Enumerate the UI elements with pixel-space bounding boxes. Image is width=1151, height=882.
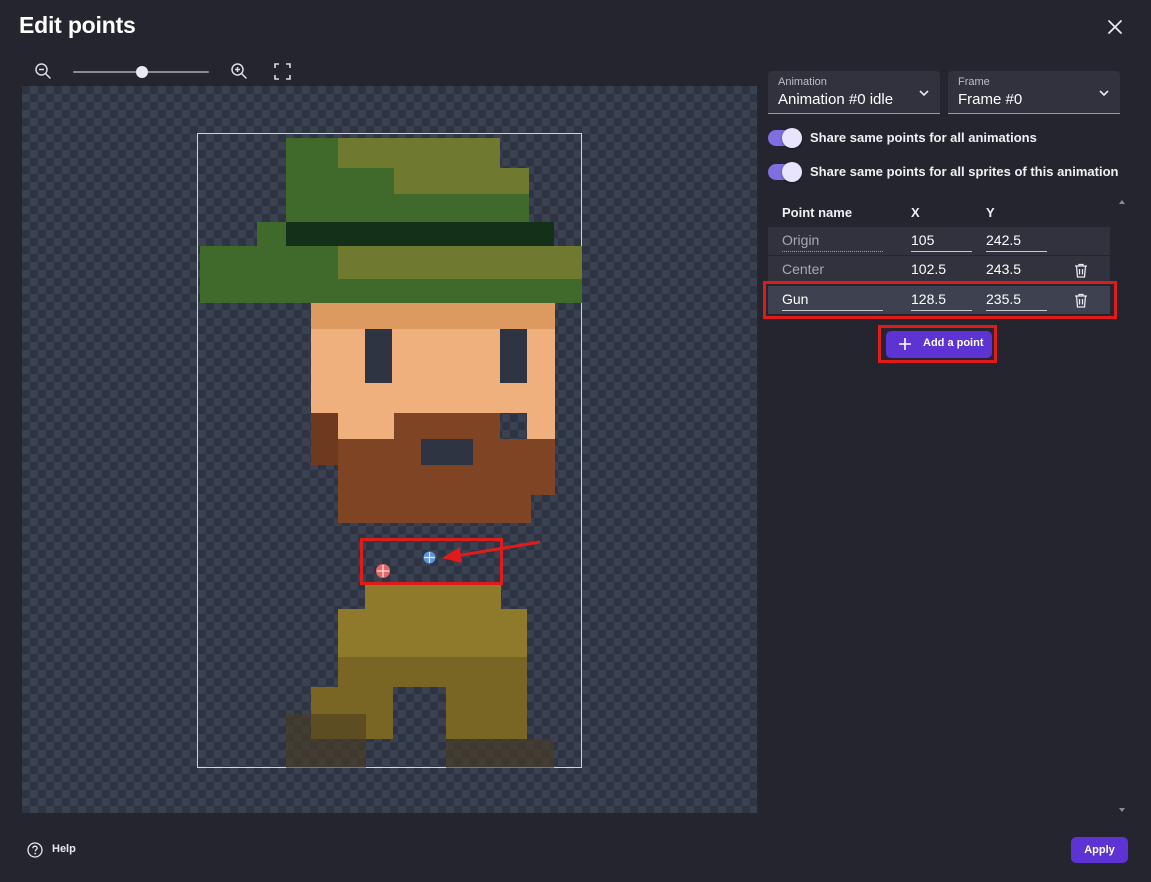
trash-icon[interactable]: [1074, 263, 1088, 278]
annotation-highlight-points: [360, 538, 503, 585]
point-y-field[interactable]: 243.5: [986, 261, 1047, 281]
share-all-animations-switch[interactable]: [768, 128, 802, 148]
sprite-bounds: [197, 133, 582, 768]
scroll-up-icon[interactable]: [1118, 198, 1126, 206]
zoom-out-icon[interactable]: [34, 62, 52, 80]
point-name-field[interactable]: Center: [782, 261, 883, 281]
sprite-image: [200, 138, 582, 768]
toggle-label: Share same points for all animations: [810, 130, 1037, 145]
sprite-canvas[interactable]: [22, 86, 757, 813]
dialog-title: Edit points: [19, 12, 136, 38]
animation-select-label: Animation: [778, 76, 827, 88]
toggle-label: Share same points for all sprites of thi…: [810, 164, 1119, 179]
zoom-slider-thumb[interactable]: [136, 66, 148, 78]
frame-select[interactable]: Frame Frame #0: [948, 71, 1120, 114]
point-name-field[interactable]: Origin: [782, 232, 883, 252]
frame-select-label: Frame: [958, 76, 990, 88]
chevron-down-icon: [919, 90, 929, 97]
share-all-sprites-switch[interactable]: [768, 162, 802, 182]
frame-select-value: Frame #0: [958, 91, 1023, 108]
annotation-highlight-add-button: [878, 325, 997, 363]
close-icon[interactable]: [1104, 16, 1126, 38]
animation-select[interactable]: Animation Animation #0 idle: [768, 71, 940, 114]
help-icon: [27, 842, 43, 858]
help-label: Help: [52, 843, 76, 855]
apply-button[interactable]: Apply: [1071, 837, 1128, 863]
chevron-down-icon: [1099, 90, 1109, 97]
column-header-y: Y: [986, 205, 995, 220]
zoom-in-icon[interactable]: [230, 62, 248, 80]
column-header-x: X: [911, 205, 920, 220]
annotation-highlight-gun-row: [763, 281, 1117, 319]
point-x-field[interactable]: 102.5: [911, 261, 972, 281]
scroll-down-icon[interactable]: [1118, 806, 1126, 814]
fit-to-screen-icon[interactable]: [274, 63, 291, 80]
table-row[interactable]: Origin 105 242.5: [768, 226, 1110, 255]
point-x-field[interactable]: 105: [911, 232, 972, 252]
animation-select-value: Animation #0 idle: [778, 91, 894, 108]
point-y-field[interactable]: 242.5: [986, 232, 1047, 252]
column-header-name: Point name: [782, 205, 853, 220]
table-row[interactable]: Center 102.5 243.5: [768, 255, 1110, 284]
